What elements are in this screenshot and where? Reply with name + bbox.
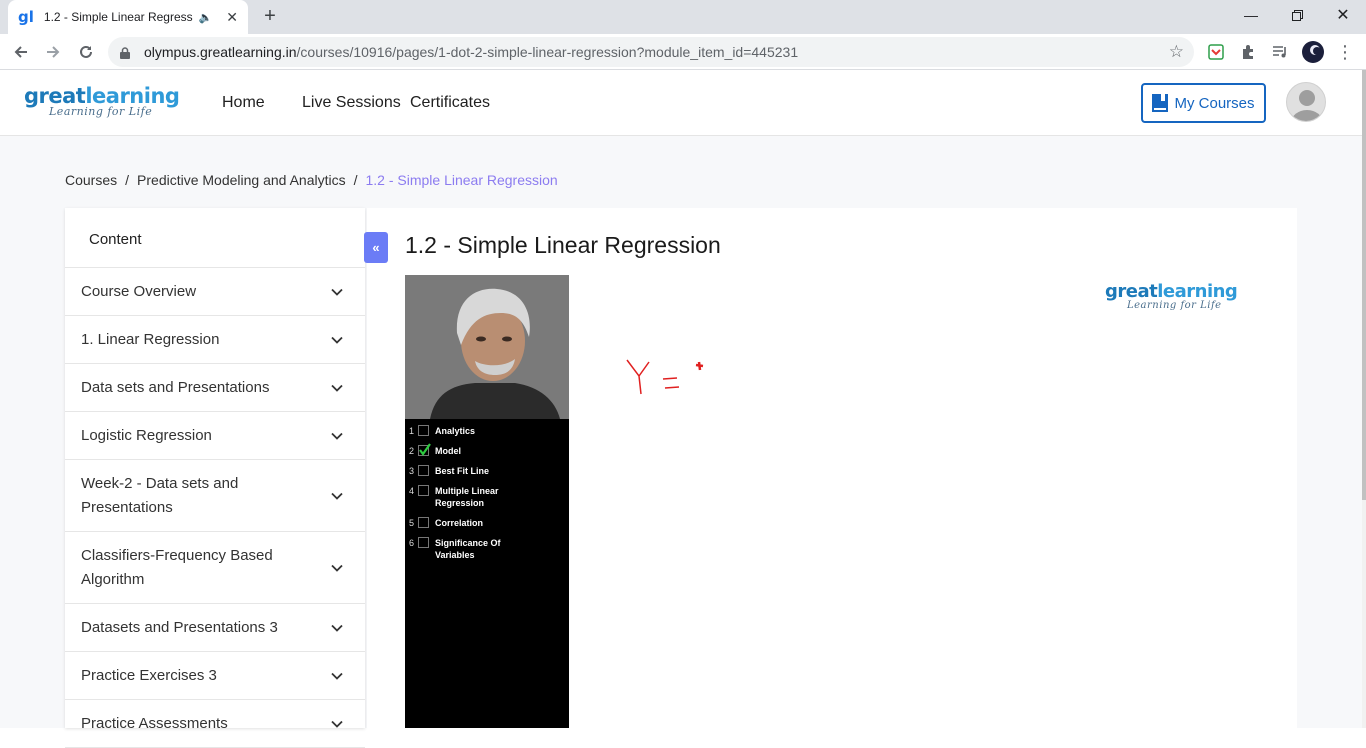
- video-player[interactable]: 1 Analytics 2 Model 3 Best Fit Line 4 Multip…: [405, 275, 569, 728]
- chevron-down-icon: [331, 624, 343, 632]
- back-arrow-icon: [14, 46, 27, 58]
- browser-toolbar: olympus.greatlearning.in/courses/10916/p…: [0, 34, 1366, 70]
- chevron-down-icon: [331, 336, 343, 344]
- user-silhouette-icon: [1291, 90, 1323, 121]
- breadcrumb-separator: /: [125, 172, 130, 188]
- sidebar-item-label: Data sets and Presentations: [81, 378, 270, 396]
- double-chevron-left-icon: «: [372, 240, 380, 255]
- breadcrumb-separator: /: [353, 172, 358, 188]
- sidebar-item-linear-regression[interactable]: 1. Linear Regression: [65, 316, 365, 364]
- page-scrollbar[interactable]: [1362, 70, 1366, 728]
- breadcrumb-current: 1.2 - Simple Linear Regression: [365, 172, 558, 188]
- address-bar[interactable]: olympus.greatlearning.in/courses/10916/p…: [108, 37, 1194, 67]
- chevron-down-icon: [331, 384, 343, 392]
- book-icon: [1152, 94, 1169, 112]
- greatlearning-logo[interactable]: greatlearning Learning for Life: [24, 84, 180, 118]
- board-logo-word-great: great: [1105, 281, 1158, 302]
- sidebar-item-week-2[interactable]: Week-2 - Data sets and Presentations: [65, 460, 365, 532]
- reload-icon: [80, 45, 92, 58]
- checklist-item: 1 Analytics: [409, 425, 476, 436]
- sidebar-item-label: Course Overview: [81, 282, 197, 300]
- my-courses-label: My Courses: [1174, 94, 1255, 112]
- chevron-down-icon: [331, 672, 343, 680]
- sidebar-item-label: 1. Linear Regression: [81, 330, 220, 348]
- checklist-item: 6 Significance Of Variables: [409, 537, 501, 560]
- checkbox-icon: [418, 537, 429, 548]
- my-courses-button[interactable]: My Courses: [1141, 83, 1266, 123]
- sidebar-item-course-overview[interactable]: Course Overview: [65, 268, 365, 316]
- sidebar-item-classifiers[interactable]: Classifiers-Frequency Based Algorithm: [65, 532, 365, 604]
- extension-pocket-icon[interactable]: [1207, 43, 1225, 61]
- checklist-item: 4 Multiple Linear Regression: [409, 485, 499, 508]
- user-avatar[interactable]: [1286, 82, 1326, 122]
- restore-button[interactable]: [1274, 0, 1320, 30]
- back-button[interactable]: [8, 39, 34, 65]
- whiteboard-logo: greatlearning Learning for Life: [1105, 281, 1238, 312]
- sidebar-item-label: Datasets and Presentations 3: [81, 618, 278, 636]
- checkbox-icon: [418, 465, 429, 476]
- url-path: /courses/10916/pages/1-dot-2-simple-line…: [296, 44, 799, 60]
- checklist-item: 5 Correlation: [409, 517, 484, 528]
- sidebar-item-logistic-regression[interactable]: Logistic Regression: [65, 412, 365, 460]
- board-logo-tagline: Learning for Life: [1127, 300, 1222, 311]
- chevron-down-icon: [331, 288, 343, 296]
- sidebar-item-datasets-3[interactable]: Datasets and Presentations 3: [65, 604, 365, 652]
- checkbox-icon: [418, 425, 429, 436]
- sidebar-item-label: Classifiers-Frequency Based Algorithm: [81, 546, 273, 588]
- breadcrumb-course[interactable]: Predictive Modeling and Analytics: [137, 172, 346, 188]
- new-tab-button[interactable]: +: [258, 5, 282, 29]
- nav-live-sessions[interactable]: Live Sessions: [302, 94, 401, 112]
- browser-tab[interactable]: gl 1.2 - Simple Linear Regressic 🔈 ✕: [8, 0, 248, 34]
- breadcrumb: Courses / Predictive Modeling and Analyt…: [65, 172, 558, 188]
- browser-menu-icon[interactable]: ⋮: [1336, 42, 1354, 62]
- sidebar-item-label: Logistic Regression: [81, 426, 212, 444]
- sidebar-item-label: Week-2 - Data sets and Presentations: [81, 474, 239, 516]
- bookmark-star-icon[interactable]: ☆: [1169, 42, 1184, 62]
- checklist-item: 3 Best Fit Line: [409, 465, 490, 476]
- reload-button[interactable]: [73, 39, 99, 65]
- lesson-content: 1.2 - Simple Linear Regression 1 Analytic…: [367, 208, 1297, 728]
- forward-arrow-icon: [47, 46, 60, 58]
- sidebar-item-practice-assessments[interactable]: Practice Assessments: [65, 700, 365, 748]
- nav-certificates[interactable]: Certificates: [410, 94, 490, 112]
- scrollbar-thumb[interactable]: [1362, 70, 1366, 500]
- sidebar-item-practice-exercises[interactable]: Practice Exercises 3: [65, 652, 365, 700]
- page-body: Courses / Predictive Modeling and Analyt…: [0, 136, 1362, 748]
- extensions-puzzle-icon[interactable]: [1239, 43, 1257, 61]
- instructor-video-frame: [405, 275, 569, 419]
- speaker-icon[interactable]: 🔈: [199, 11, 213, 24]
- minimize-button[interactable]: —: [1228, 0, 1274, 30]
- browser-tabstrip: gl 1.2 - Simple Linear Regressic 🔈 ✕ + —…: [0, 0, 1366, 34]
- tab-title: 1.2 - Simple Linear Regressic: [43, 10, 193, 24]
- site-favicon-icon: gl: [18, 8, 34, 26]
- board-logo-word-learning: learning: [1157, 281, 1238, 302]
- close-tab-icon[interactable]: ✕: [226, 9, 238, 26]
- sidebar-heading: Content: [65, 208, 365, 268]
- checkmark-icon: [418, 443, 431, 456]
- nav-home[interactable]: Home: [222, 94, 265, 112]
- sidebar-item-data-sets[interactable]: Data sets and Presentations: [65, 364, 365, 412]
- chevron-down-icon: [331, 432, 343, 440]
- media-control-icon[interactable]: [1271, 43, 1289, 61]
- close-window-button[interactable]: ✕: [1320, 0, 1366, 30]
- whiteboard-handwriting: [626, 359, 704, 395]
- chevron-down-icon: [331, 492, 343, 500]
- profile-avatar-icon[interactable]: [1302, 41, 1324, 63]
- checkbox-icon: [418, 485, 429, 496]
- checklist-item: 2 Model: [409, 443, 461, 456]
- breadcrumb-courses[interactable]: Courses: [65, 172, 117, 188]
- restore-icon: [1291, 9, 1303, 21]
- forward-button[interactable]: [40, 39, 66, 65]
- collapse-sidebar-button[interactable]: «: [364, 232, 388, 263]
- site-header: greatlearning Learning for Life Home Liv…: [0, 70, 1362, 136]
- url-host: olympus.greatlearning.in: [144, 44, 297, 60]
- checkbox-icon: [418, 517, 429, 528]
- video-topic-checklist: 1 Analytics 2 Model 3 Best Fit Line 4 Multip…: [409, 425, 569, 569]
- lock-icon: [120, 46, 130, 59]
- chevron-down-icon: [331, 564, 343, 572]
- content-sidebar: Content Course Overview 1. Linear Regres…: [65, 208, 365, 748]
- sidebar-item-label: Practice Assessments: [81, 714, 228, 732]
- sidebar-item-label: Practice Exercises 3: [81, 666, 217, 684]
- page-title: 1.2 - Simple Linear Regression: [405, 232, 721, 258]
